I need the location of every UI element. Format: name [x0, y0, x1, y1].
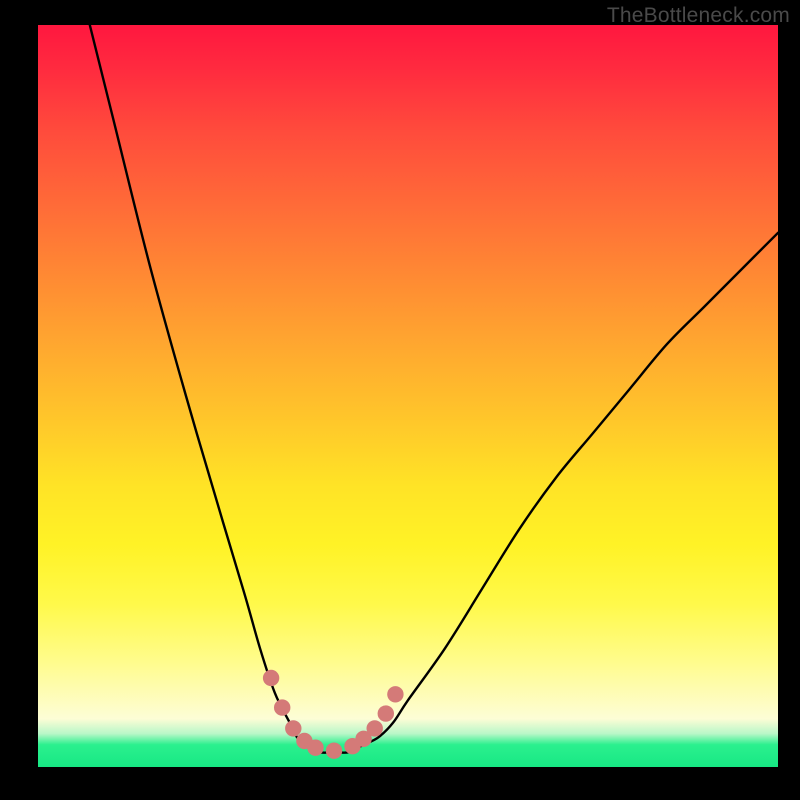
gradient-plot-area: [38, 25, 778, 767]
bottleneck-curve-svg: [38, 25, 778, 767]
highlight-dot: [274, 699, 290, 715]
highlight-dot: [263, 670, 279, 686]
highlight-dot: [367, 720, 383, 736]
chart-frame: TheBottleneck.com: [0, 0, 800, 800]
highlight-dot: [378, 705, 394, 721]
highlight-dots-group: [263, 670, 404, 759]
bottleneck-curve-path: [90, 25, 778, 753]
highlight-dot: [326, 743, 342, 759]
highlight-dot: [285, 720, 301, 736]
highlight-dot: [307, 740, 323, 756]
highlight-dot: [387, 686, 403, 702]
